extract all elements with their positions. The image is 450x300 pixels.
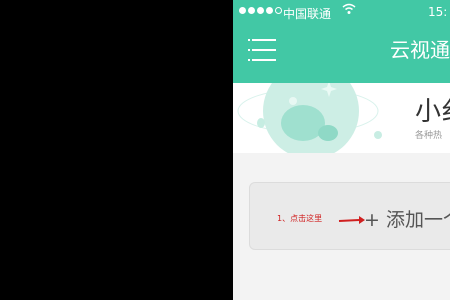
banner-title: 小纟 xyxy=(415,97,450,127)
status-bar: 中国联通 15: xyxy=(233,0,450,26)
app-header: 中国联通 15: 云视通 xyxy=(233,0,450,83)
page-title: 云视通 xyxy=(390,38,450,62)
signal-strength-icon xyxy=(239,7,282,14)
status-time: 15: xyxy=(428,5,448,19)
arrow-right-icon xyxy=(338,216,365,224)
add-device-button[interactable]: + 添加一个 xyxy=(364,205,450,232)
carrier-name: 中国联通 xyxy=(283,7,332,21)
promo-banner[interactable]: 小纟 各种热 xyxy=(233,83,450,153)
add-device-card[interactable]: 1、点击这里 + 添加一个 xyxy=(249,182,450,250)
wifi-icon xyxy=(342,2,356,20)
instruction-annotation: 1、点击这里 xyxy=(277,214,323,223)
menu-button[interactable] xyxy=(248,37,280,63)
app-screen: 中国联通 15: 云视通 小 各种热 1、点击这里 + 添加一 xyxy=(233,0,450,300)
banner-subtitle: 各种热 xyxy=(415,131,443,141)
